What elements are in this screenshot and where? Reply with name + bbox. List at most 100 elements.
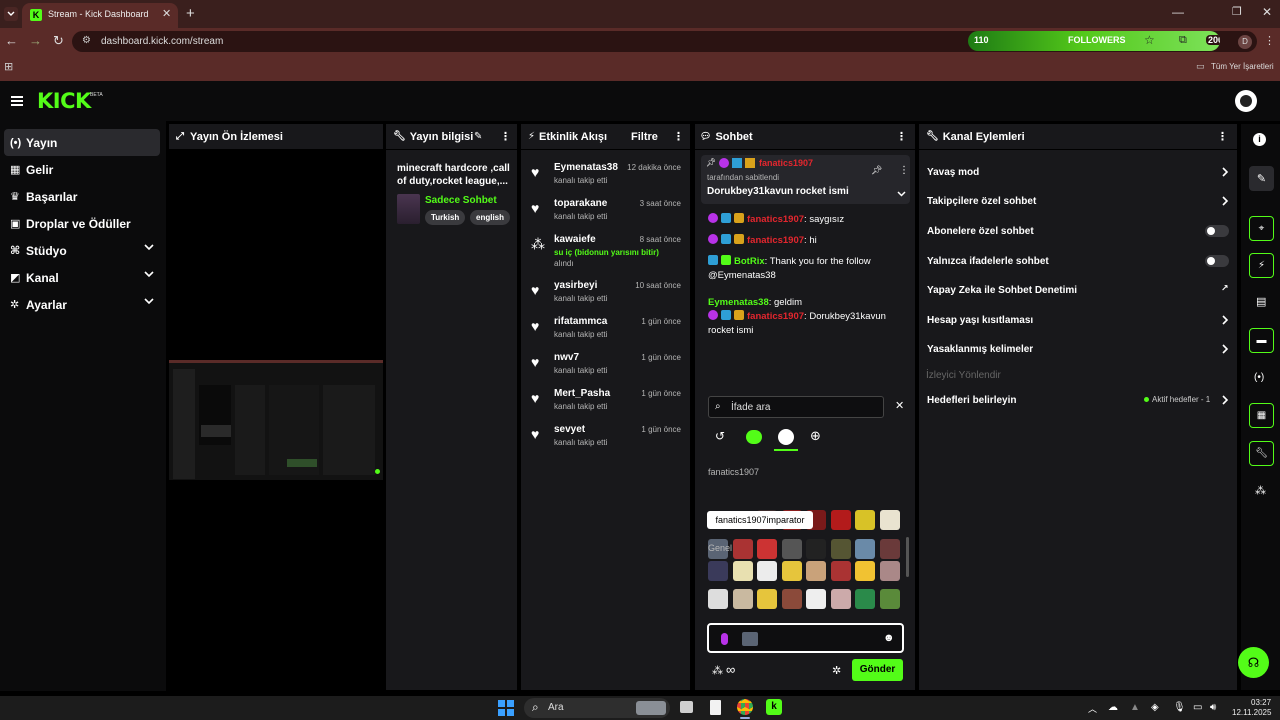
activity-item[interactable]: ♥ rifatammca 1 gün önce kanalı takip etti	[521, 316, 690, 350]
file-explorer-icon[interactable]	[710, 700, 721, 715]
site-info-icon[interactable]: ⚙	[82, 35, 91, 46]
sidebar-item-basarilar[interactable]: ♛ Başarılar	[4, 183, 160, 210]
kick-logo[interactable]: KICK	[37, 89, 91, 113]
back-icon[interactable]: ←	[5, 33, 18, 48]
activity-user[interactable]: nwv7	[554, 352, 579, 363]
general-emote[interactable]	[732, 561, 753, 581]
general-emote[interactable]	[879, 561, 900, 581]
sidebar-item-studyo[interactable]: ⌘ Stüdyo	[4, 237, 160, 264]
recent-emotes-tab[interactable]: ↺	[715, 429, 725, 443]
more-options-icon[interactable]: ⋮	[673, 130, 684, 143]
channel-action-item[interactable]: Hesap yaşı kısıtlaması	[919, 310, 1237, 330]
sidebar-item-droplar[interactable]: ▣ Droplar ve Ödüller	[4, 210, 160, 237]
start-button[interactable]	[498, 700, 514, 716]
activity-item[interactable]: ♥ toparakane 3 saat önce kanalı takip etti	[521, 198, 690, 232]
channel-emote[interactable]	[806, 539, 826, 559]
general-emote[interactable]	[757, 589, 777, 609]
external-link-icon[interactable]: ↗	[1221, 283, 1229, 294]
task-view-icon[interactable]	[680, 701, 693, 713]
global-emotes-tab[interactable]: ⊕	[810, 428, 821, 444]
close-window-button[interactable]: ✕	[1262, 5, 1272, 19]
general-emote[interactable]	[781, 589, 802, 609]
category-name[interactable]: Sadece Sohbet	[425, 195, 497, 206]
security-icon[interactable]: ◈	[1151, 702, 1163, 714]
channel-emote[interactable]	[879, 539, 900, 559]
chat-username[interactable]: fanatics1907	[747, 214, 804, 225]
activity-user[interactable]: kawaiefe	[554, 234, 596, 245]
profile-avatar[interactable]: D	[1238, 35, 1252, 49]
scrollbar[interactable]	[906, 537, 909, 577]
general-emote[interactable]	[879, 589, 900, 609]
points-icon[interactable]: ⁂	[1255, 484, 1266, 497]
chat-username[interactable]: fanatics1907	[747, 235, 804, 246]
expand-icon[interactable]: ⤢	[176, 131, 184, 142]
more-options-icon[interactable]: ⋮	[1217, 130, 1228, 143]
new-tab-button[interactable]: +	[186, 5, 195, 22]
kick-app-icon[interactable]: k	[766, 699, 782, 715]
general-emote[interactable]	[855, 589, 875, 609]
activity-user[interactable]: yasirbeyi	[554, 280, 597, 291]
set-goals-item[interactable]: Hedefleri belirleyin Aktif hedefler - 1	[919, 390, 1237, 410]
network-icon[interactable]: ▭	[1193, 702, 1205, 714]
toggle-switch[interactable]	[1205, 255, 1229, 267]
activity-user[interactable]: toparakane	[554, 198, 607, 209]
activity-item[interactable]: ♥ sevyet 1 gün önce kanalı takip etti	[521, 424, 690, 458]
activity-item[interactable]: ♥ yasirbeyi 10 saat önce kanalı takip etti	[521, 280, 690, 314]
mic-tray-icon[interactable]: 🎙︎	[1173, 702, 1186, 714]
activity-user[interactable]: Eymenatas38	[554, 162, 618, 173]
more-options-icon[interactable]: ⋮	[500, 130, 511, 143]
general-emote[interactable]	[708, 561, 728, 581]
channel-emote[interactable]	[830, 539, 851, 559]
more-options-icon[interactable]: ⋮	[896, 130, 907, 143]
pinned-user[interactable]: fanatics1907	[759, 158, 813, 168]
edit-layout-button[interactable]: ✎	[1249, 166, 1274, 191]
star-icon[interactable]: ☆	[1144, 33, 1155, 47]
help-button[interactable]: ☊	[1238, 647, 1269, 678]
channel-action-item[interactable]: Yasaklanmış kelimeler	[919, 339, 1237, 359]
user-avatar[interactable]	[1235, 90, 1257, 112]
clock-date[interactable]: 12.11.2025	[1232, 708, 1271, 717]
tab-list-button[interactable]	[4, 7, 18, 21]
broadcast-icon[interactable]: (•)	[1254, 372, 1264, 383]
general-emote[interactable]	[855, 561, 875, 581]
sidebar-item-kanal[interactable]: ◩ Kanal	[4, 264, 160, 291]
emoji-picker-icon[interactable]: ☻	[883, 632, 895, 644]
channel-action-item[interactable]: Yavaş mod	[919, 162, 1237, 182]
general-emote[interactable]	[781, 561, 802, 581]
kick-emotes-tab[interactable]	[746, 430, 762, 444]
chat-popout-button[interactable]: ▬	[1249, 328, 1274, 353]
channel-emote[interactable]	[830, 510, 851, 530]
quick-action-button[interactable]: ⚡︎	[1249, 253, 1274, 278]
channel-action-item[interactable]: Takipçilere özel sohbet	[919, 191, 1237, 211]
chevron-down-icon[interactable]	[897, 191, 906, 197]
activity-item[interactable]: ♥ nwv7 1 gün önce kanalı takip etti	[521, 352, 690, 386]
tray-app-icon[interactable]: ▲	[1130, 702, 1142, 714]
channel-action-item[interactable]: Yalnızca ifadelerle sohbet	[919, 251, 1237, 271]
chat-username[interactable]: Eymenatas38	[708, 297, 769, 308]
chrome-icon[interactable]	[737, 699, 753, 715]
channel-action-item[interactable]: Yapay Zeka ile Sohbet Denetimi ↗	[919, 280, 1237, 300]
activity-item[interactable]: ♥ Mert_Pasha 1 gün önce kanalı takip etti	[521, 388, 690, 422]
sidebar-item-yayin[interactable]: (•) Yayın	[4, 129, 160, 156]
send-button[interactable]: Gönder	[852, 659, 903, 681]
general-emote[interactable]	[806, 561, 826, 581]
forward-icon[interactable]: →	[29, 33, 42, 48]
minimize-button[interactable]: —	[1172, 5, 1184, 19]
activity-user[interactable]: sevyet	[554, 424, 585, 435]
emote-search-input[interactable]: ⌕ İfade ara	[708, 396, 884, 418]
channel-emote[interactable]	[879, 510, 900, 530]
general-emote[interactable]	[806, 589, 826, 609]
maximize-button[interactable]: ❐	[1232, 5, 1242, 18]
activity-item[interactable]: ♥ Eymenatas38 12 dakika önce kanalı takip e…	[521, 162, 690, 196]
general-emote[interactable]	[757, 561, 777, 581]
channel-action-item[interactable]: Abonelere özel sohbet	[919, 221, 1237, 241]
chat-settings-icon[interactable]: ✲	[832, 664, 841, 677]
extensions-icon[interactable]: ⧉	[1179, 34, 1187, 47]
clock-time[interactable]: 03:27	[1251, 698, 1271, 707]
general-emote[interactable]	[830, 589, 851, 609]
tools-button[interactable]: 🔧︎	[1249, 441, 1274, 466]
browser-menu-icon[interactable]: ⋮	[1264, 34, 1275, 47]
infinity-icon[interactable]: ∞	[726, 662, 735, 677]
unpin-icon[interactable]: 📌︎	[871, 165, 882, 176]
hamburger-menu-icon[interactable]	[11, 96, 23, 106]
